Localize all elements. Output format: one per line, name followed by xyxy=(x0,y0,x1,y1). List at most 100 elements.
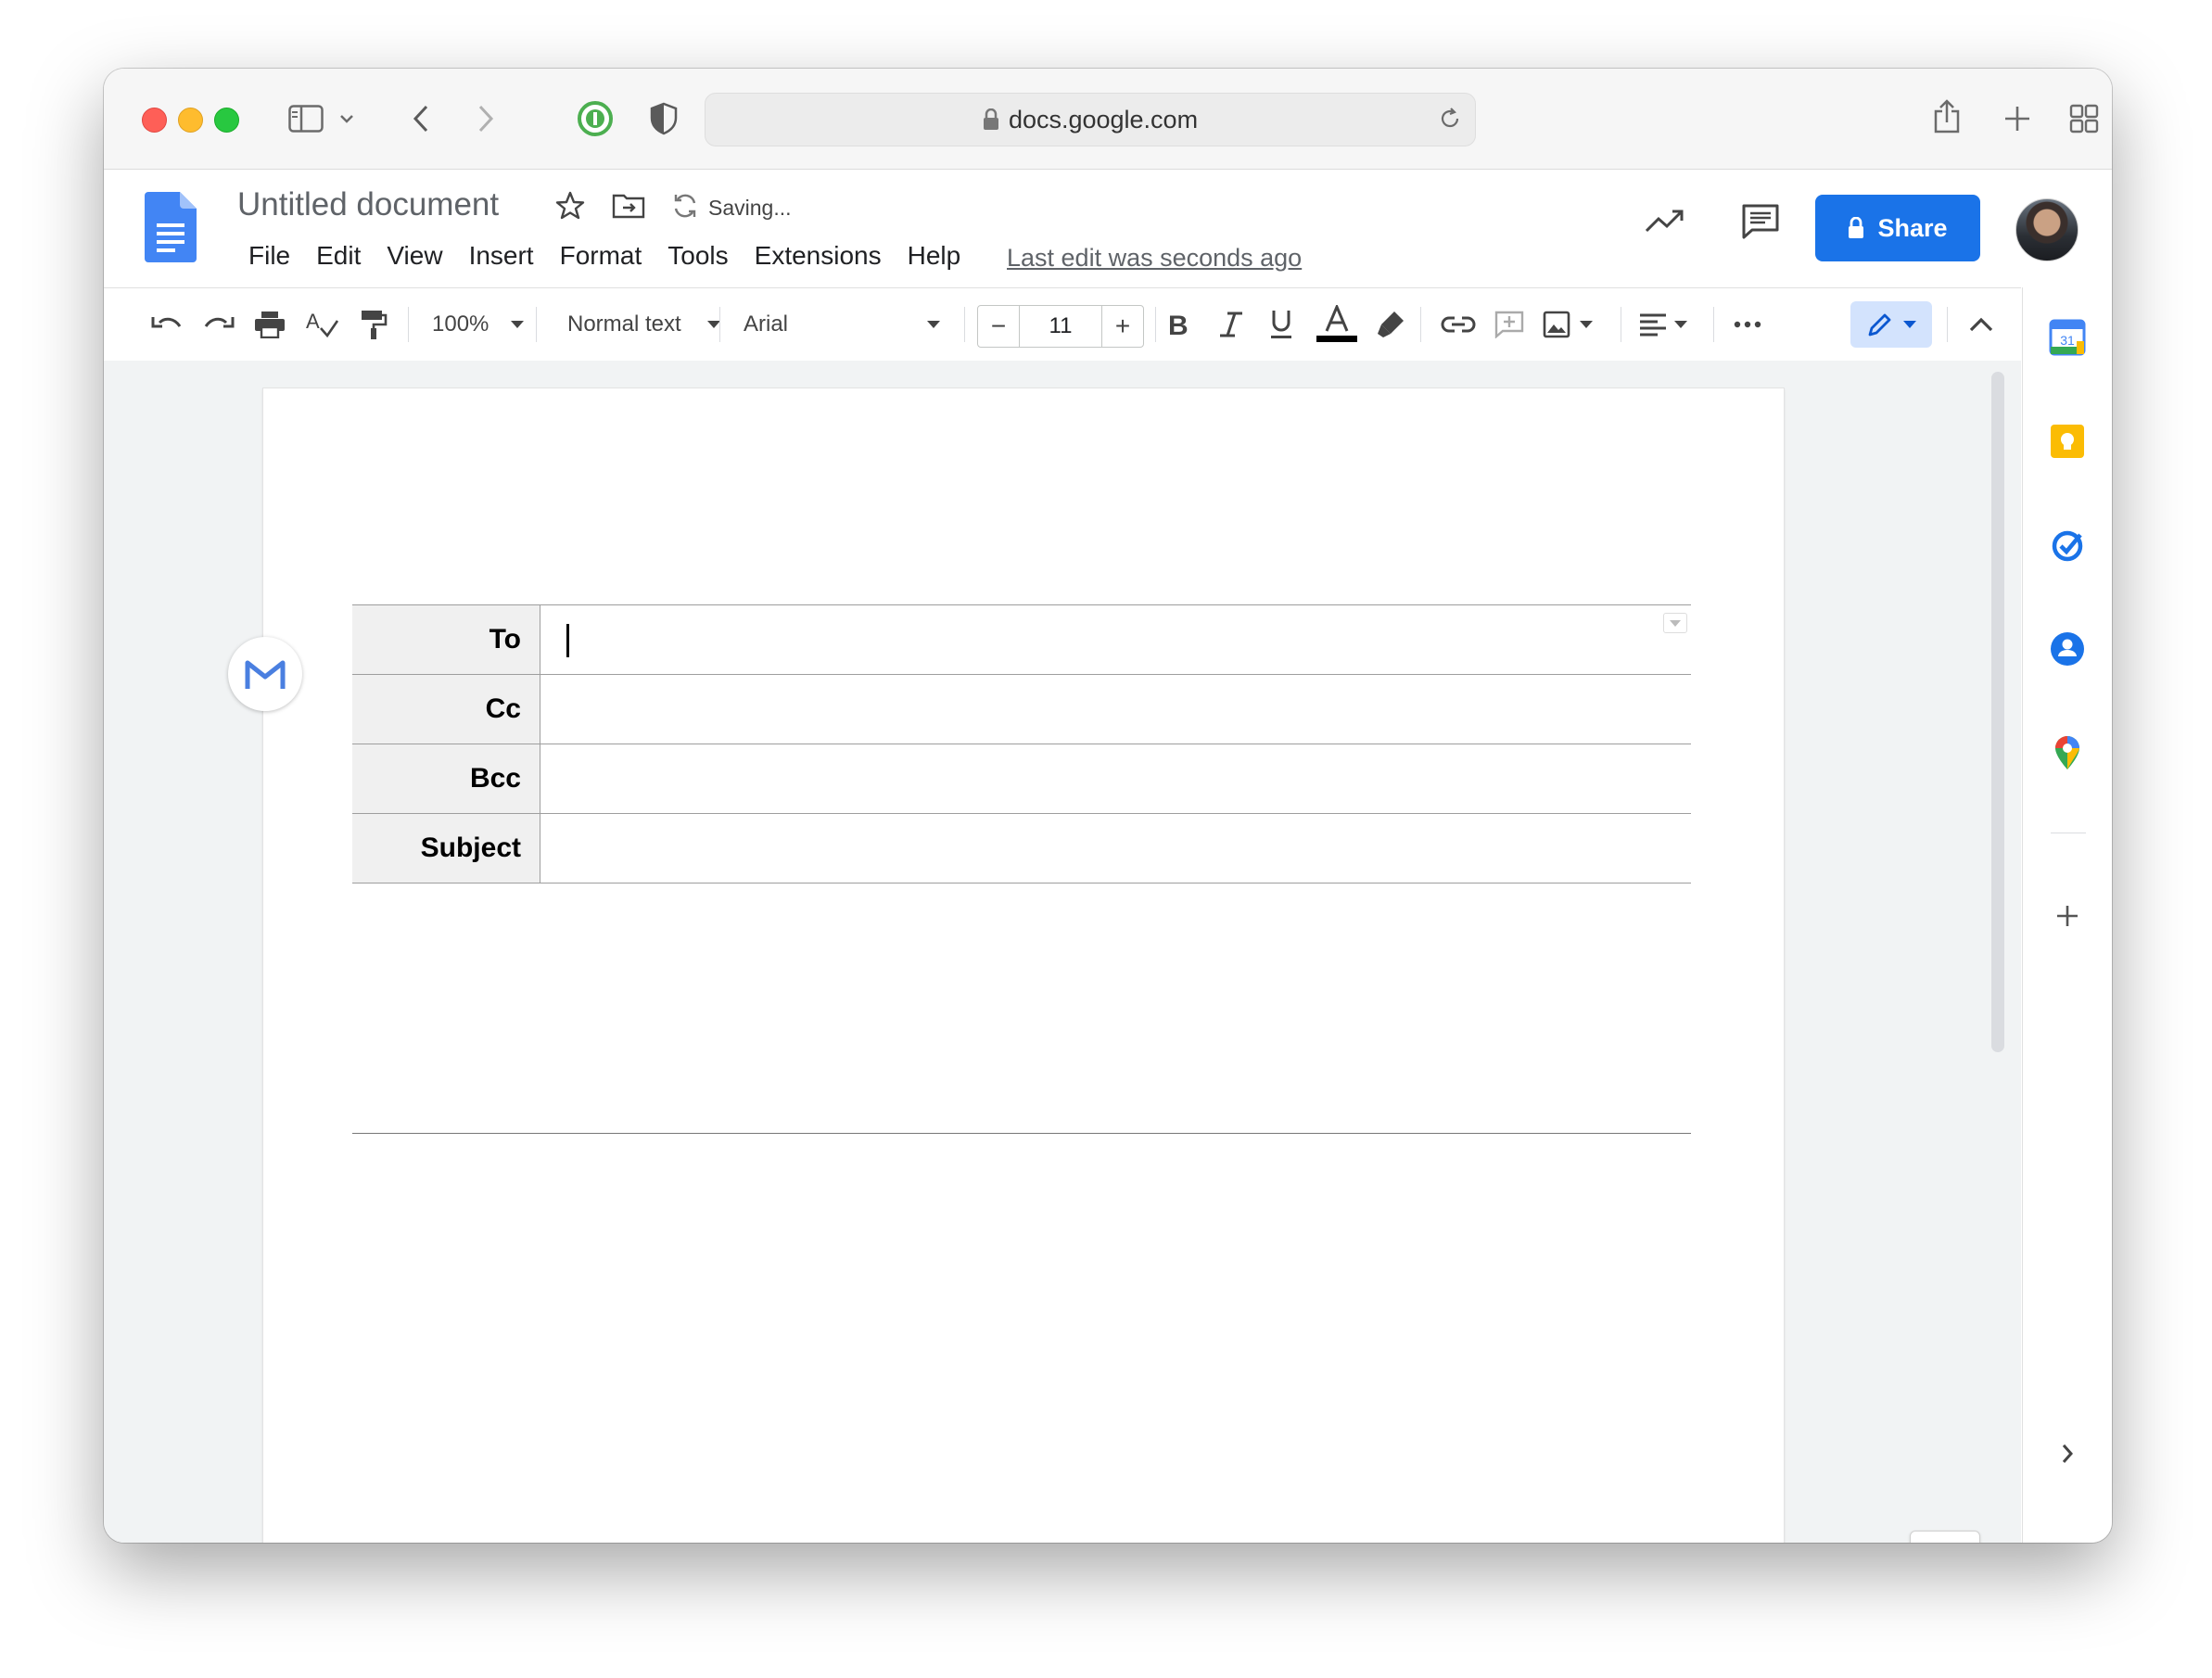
font-size-stepper: − 11 + xyxy=(977,305,1144,348)
svg-text:A: A xyxy=(306,310,320,333)
editing-mode-button[interactable] xyxy=(1850,301,1932,348)
redo-icon[interactable] xyxy=(202,288,235,361)
italic-icon[interactable] xyxy=(1218,288,1244,361)
docs-header: Untitled document Saving... File Edit Vi… xyxy=(104,170,2112,287)
vertical-scrollbar[interactable] xyxy=(1991,372,2004,1052)
text-cursor xyxy=(566,624,569,657)
decrease-font-size-button[interactable]: − xyxy=(978,306,1019,347)
caret-down-icon xyxy=(927,321,940,328)
share-label: Share xyxy=(1877,213,1948,242)
menu-help[interactable]: Help xyxy=(895,241,974,271)
star-icon[interactable] xyxy=(554,190,586,226)
chevron-down-icon[interactable] xyxy=(336,108,358,130)
lock-icon xyxy=(983,108,998,130)
document-title[interactable]: Untitled document xyxy=(237,186,499,223)
insert-link-icon[interactable] xyxy=(1441,288,1476,361)
email-bcc-label: Bcc xyxy=(352,744,540,814)
forward-arrow-icon[interactable] xyxy=(467,100,504,137)
tasks-icon[interactable] xyxy=(2047,525,2088,566)
share-button[interactable]: Share xyxy=(1815,195,1980,261)
paragraph-style-select[interactable]: Normal text xyxy=(567,288,720,361)
menu-view[interactable]: View xyxy=(374,241,455,271)
font-size-input[interactable]: 11 xyxy=(1019,306,1102,347)
svg-text:B: B xyxy=(1168,311,1189,338)
paint-format-icon[interactable] xyxy=(360,288,388,361)
address-bar[interactable]: docs.google.com xyxy=(705,93,1476,146)
keep-icon[interactable] xyxy=(2047,421,2088,462)
insert-image-icon[interactable] xyxy=(1543,288,1593,361)
spellcheck-icon[interactable]: A xyxy=(306,288,339,361)
undo-icon[interactable] xyxy=(150,288,184,361)
menu-file[interactable]: File xyxy=(235,241,303,271)
email-subject-field[interactable] xyxy=(540,813,1691,883)
svg-text:31: 31 xyxy=(2060,333,2075,348)
paragraph-style-value: Normal text xyxy=(567,311,681,337)
maps-icon[interactable] xyxy=(2047,732,2088,773)
zoom-value: 100% xyxy=(432,311,489,337)
tab-overview-icon[interactable] xyxy=(2066,100,2103,137)
email-to-field[interactable] xyxy=(540,604,1691,675)
menu-format[interactable]: Format xyxy=(547,241,655,271)
menu-insert[interactable]: Insert xyxy=(456,241,547,271)
close-window-button[interactable] xyxy=(142,108,167,133)
password-manager-icon[interactable] xyxy=(575,98,616,139)
email-cc-label: Cc xyxy=(352,674,540,744)
hide-menus-chevron-up-icon[interactable] xyxy=(1969,288,1993,361)
expand-icon[interactable] xyxy=(2047,1433,2088,1474)
font-value: Arial xyxy=(744,311,789,337)
comments-icon[interactable] xyxy=(1741,203,1780,245)
formatting-toolbar: A 100% Normal text Arial − 11 + B xyxy=(104,287,2021,362)
recipient-dropdown-icon[interactable] xyxy=(1663,613,1687,633)
menu-edit[interactable]: Edit xyxy=(303,241,374,271)
email-bcc-field[interactable] xyxy=(540,744,1691,814)
reload-icon[interactable] xyxy=(1438,107,1462,131)
move-folder-icon[interactable] xyxy=(612,192,645,224)
caret-down-icon xyxy=(1903,321,1916,328)
underline-icon[interactable] xyxy=(1268,288,1294,361)
menu-tools[interactable]: Tools xyxy=(655,241,741,271)
side-panel: 31 xyxy=(2022,287,2112,1543)
explore-sparkle-icon[interactable] xyxy=(1910,1531,1980,1543)
privacy-shield-icon[interactable] xyxy=(643,98,684,139)
avatar[interactable] xyxy=(2015,198,2079,261)
align-left-icon[interactable] xyxy=(1639,288,1687,361)
bold-icon[interactable]: B xyxy=(1166,288,1192,361)
email-to-row: To xyxy=(352,604,1691,675)
minimize-window-button[interactable] xyxy=(178,108,203,133)
more-options-icon[interactable] xyxy=(1734,288,1761,361)
email-cc-field[interactable] xyxy=(540,674,1691,744)
menu-bar: File Edit View Insert Format Tools Exten… xyxy=(235,241,973,271)
increase-font-size-button[interactable]: + xyxy=(1102,306,1143,347)
email-body-divider xyxy=(352,1133,1691,1134)
contacts-icon[interactable] xyxy=(2047,629,2088,669)
font-select[interactable]: Arial xyxy=(744,288,949,361)
highlight-icon[interactable] xyxy=(1376,288,1405,361)
sync-icon xyxy=(671,192,699,224)
print-icon[interactable] xyxy=(254,288,286,361)
add-icon[interactable] xyxy=(2047,896,2088,936)
last-edit-link[interactable]: Last edit was seconds ago xyxy=(1007,244,1302,273)
caret-down-icon xyxy=(1674,321,1687,328)
zoom-select[interactable]: 100% xyxy=(432,288,525,361)
browser-window: docs.google.com Untitled document Saving… xyxy=(104,69,2112,1543)
share-page-icon[interactable] xyxy=(1926,95,1967,139)
email-bcc-row: Bcc xyxy=(352,744,1691,814)
zoom-window-button[interactable] xyxy=(214,108,239,133)
back-arrow-icon[interactable] xyxy=(402,100,439,137)
new-tab-plus-icon[interactable] xyxy=(1999,100,2036,137)
email-subject-label: Subject xyxy=(352,813,540,883)
gmail-icon[interactable] xyxy=(228,637,302,711)
document-page[interactable]: To Cc Bcc Subject xyxy=(263,388,1784,1543)
lock-icon xyxy=(1849,217,1864,238)
email-subject-row: Subject xyxy=(352,813,1691,883)
activity-trend-icon[interactable] xyxy=(1645,207,1685,239)
calendar-icon[interactable]: 31 xyxy=(2047,317,2088,358)
caret-down-icon xyxy=(706,321,720,328)
text-color-icon[interactable] xyxy=(1316,288,1357,361)
menu-extensions[interactable]: Extensions xyxy=(742,241,895,271)
add-comment-icon[interactable] xyxy=(1494,288,1524,361)
docs-logo-icon[interactable] xyxy=(145,192,197,267)
sidebar-toggle-icon[interactable] xyxy=(286,100,326,137)
saving-status: Saving... xyxy=(708,196,792,220)
email-draft-table: To Cc Bcc Subject xyxy=(352,604,1691,883)
